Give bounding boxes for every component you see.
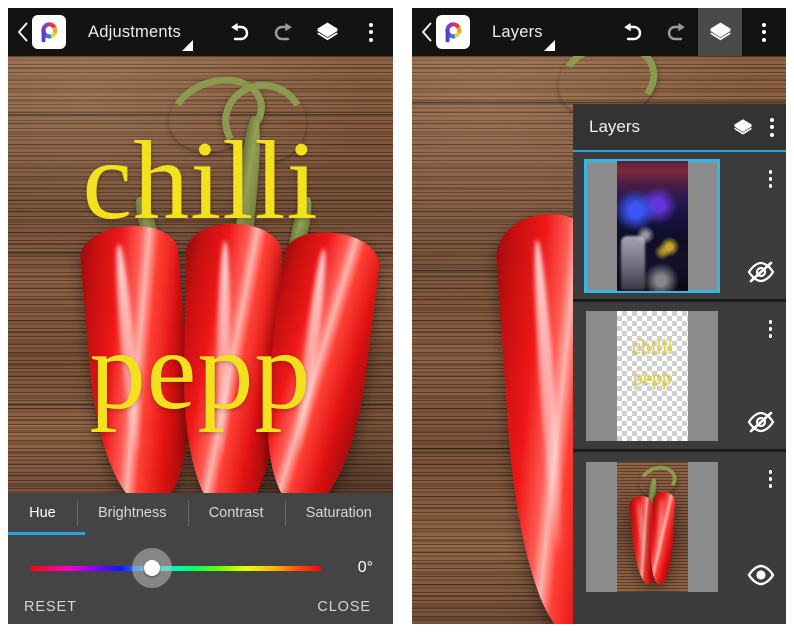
picsart-logo-icon[interactable] (32, 15, 66, 49)
right-toolbar: Layers (412, 8, 786, 56)
layer-row-1[interactable] (573, 152, 786, 302)
picsart-logo-icon[interactable] (436, 15, 470, 49)
tab-brightness-label: Brightness (97, 505, 167, 521)
layer-thumb-text-line-2: pepp (633, 366, 672, 389)
tab-contrast-label: Contrast (208, 505, 264, 521)
overlay-text-line-1: chilli (82, 119, 319, 243)
layer-row-3[interactable] (573, 452, 786, 602)
layers-list: chilli pepp (573, 152, 786, 624)
layers-panel-title: Layers (589, 117, 641, 136)
left-toolbar: Adjustments (8, 8, 393, 56)
layers-panel-overflow-button[interactable] (770, 117, 774, 137)
page-title[interactable]: Adjustments (88, 22, 193, 51)
layer-visibility-toggle-2[interactable] (746, 409, 776, 435)
layer-thumb-text-line-1: chilli (631, 335, 674, 358)
layers-icon (316, 22, 338, 41)
layer-menu-button-1[interactable] (768, 170, 772, 188)
layer-visibility-toggle-3[interactable] (746, 562, 776, 588)
hue-slider-track (30, 565, 321, 571)
redo-icon (274, 23, 292, 41)
back-button[interactable] (8, 8, 30, 56)
undo-icon (623, 23, 641, 41)
eye-off-icon (747, 261, 775, 283)
eye-icon (747, 564, 775, 586)
back-button[interactable] (412, 8, 434, 56)
layers-icon[interactable] (732, 118, 754, 137)
layer-thumbnail-3[interactable] (586, 462, 718, 592)
nightclub-photo (617, 160, 688, 291)
close-button[interactable]: CLOSE (317, 599, 371, 615)
layer-visibility-toggle-1[interactable] (746, 259, 776, 285)
overflow-menu-button[interactable] (742, 8, 786, 56)
tab-hue-label: Hue (29, 505, 56, 521)
adjustments-dock: Hue Brightness Contrast Saturation 0° RE… (8, 493, 393, 624)
dropdown-caret-icon (543, 39, 555, 51)
more-vertical-icon (762, 22, 766, 42)
undo-button[interactable] (610, 8, 654, 56)
reset-button[interactable]: RESET (24, 599, 77, 615)
layer-menu-button-3[interactable] (768, 470, 772, 488)
screenshot-stage: Adjustments chilli pepp Hue Brightness C… (0, 0, 794, 632)
layers-button[interactable] (698, 8, 742, 56)
layers-panel-header: Layers (573, 104, 786, 152)
hue-slider-row: 0° (8, 543, 393, 593)
left-screen-panel: Adjustments chilli pepp Hue Brightness C… (8, 8, 393, 624)
layer-row-2[interactable]: chilli pepp (573, 302, 786, 452)
layer-thumbnail-1[interactable] (584, 158, 720, 293)
layer-thumbnail-image (617, 462, 688, 592)
layer-thumbnail-2[interactable]: chilli pepp (586, 310, 718, 441)
layer-menu-button-2[interactable] (768, 320, 772, 338)
right-screen-panel: Layers Layers chilli pepp (412, 8, 786, 624)
adjustment-tabs: Hue Brightness Contrast Saturation (8, 493, 393, 535)
redo-icon (667, 23, 685, 41)
overlay-text-line-2: pepp (89, 309, 312, 433)
layer-thumbnail-image (617, 160, 688, 291)
tab-hue[interactable]: Hue (8, 493, 85, 535)
left-image-canvas[interactable]: chilli pepp (8, 56, 393, 493)
layers-panel: Layers chilli pepp (573, 104, 786, 624)
undo-button[interactable] (217, 8, 261, 56)
undo-icon (230, 23, 248, 41)
redo-button[interactable] (261, 8, 305, 56)
tab-saturation[interactable]: Saturation (284, 493, 393, 533)
hue-value: 0° (357, 559, 373, 576)
hue-slider[interactable] (30, 548, 321, 588)
redo-button[interactable] (654, 8, 698, 56)
hue-slider-knob[interactable] (132, 548, 173, 588)
tab-saturation-label: Saturation (305, 505, 372, 521)
page-title-label: Adjustments (88, 22, 181, 41)
page-title[interactable]: Layers (492, 22, 555, 51)
page-title-label: Layers (492, 22, 543, 41)
tab-brightness[interactable]: Brightness (76, 493, 188, 533)
overflow-menu-button[interactable] (349, 8, 393, 56)
layer-thumbnail-image: chilli pepp (617, 310, 688, 441)
right-image-canvas[interactable]: Layers chilli pepp (412, 56, 786, 624)
eye-off-icon (747, 411, 775, 433)
more-vertical-icon (369, 22, 373, 42)
layers-icon (709, 22, 731, 41)
layers-button[interactable] (305, 8, 349, 56)
dropdown-caret-icon (182, 39, 193, 51)
dock-actions: RESET CLOSE (8, 593, 393, 615)
tab-contrast[interactable]: Contrast (187, 493, 285, 533)
